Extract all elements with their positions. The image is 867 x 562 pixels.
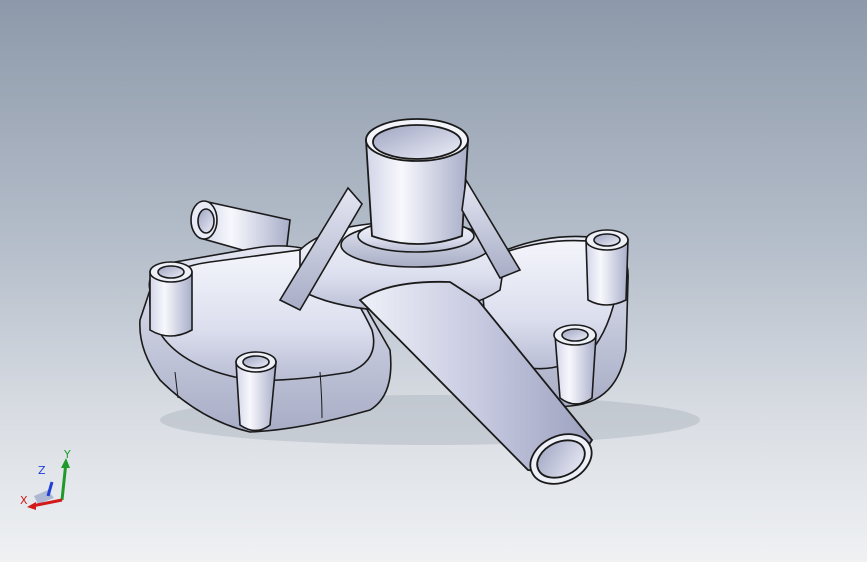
x-axis-arrowhead: [27, 502, 36, 510]
mounting-boss-1[interactable]: [149, 261, 193, 337]
x-axis-label: X: [20, 494, 28, 507]
mounting-boss-3[interactable]: [585, 229, 629, 306]
outlet-pipe-vertical[interactable]: [365, 118, 469, 245]
mounting-boss-4[interactable]: [553, 324, 597, 405]
z-axis-arrow: [46, 481, 54, 497]
y-axis-label: Y: [63, 448, 71, 461]
graphics-viewport[interactable]: X Y Z: [0, 0, 867, 562]
coordinate-triad: X Y Z: [20, 448, 71, 510]
z-axis-label: Z: [38, 464, 46, 477]
3d-part-model[interactable]: [0, 0, 867, 562]
mounting-boss-2[interactable]: [235, 351, 277, 432]
